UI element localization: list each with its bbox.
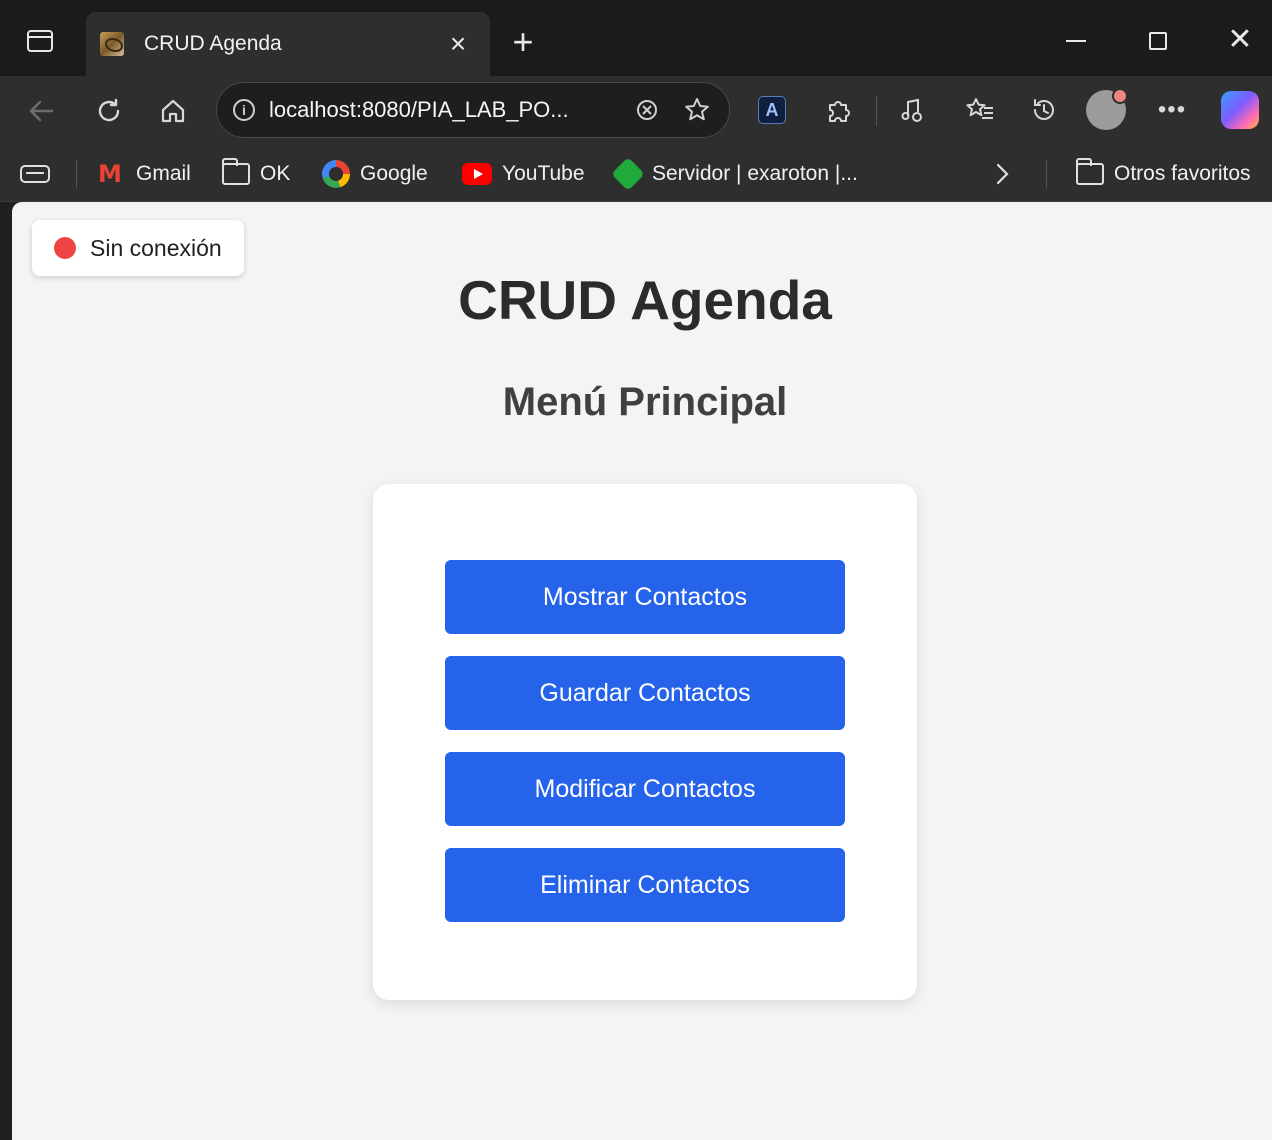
tab-actions-icon <box>27 30 53 52</box>
extensions-icon[interactable] <box>818 90 858 130</box>
minimize-button[interactable] <box>1046 18 1106 62</box>
tab-actions-button[interactable] <box>20 26 60 56</box>
bookmark-label: Otros favoritos <box>1114 162 1251 185</box>
favorite-star-icon[interactable] <box>679 92 715 128</box>
new-tab-icon[interactable]: + <box>500 22 546 62</box>
toolbar-separator <box>876 96 877 126</box>
bookmarks-separator <box>1046 160 1047 188</box>
site-info-icon[interactable]: i <box>233 99 255 121</box>
bookmark-ok-folder[interactable]: OK <box>222 156 290 192</box>
maximize-button[interactable] <box>1128 18 1188 62</box>
show-contacts-button[interactable]: Mostrar Contactos <box>445 560 845 634</box>
bookmark-other-favorites[interactable]: Otros favoritos <box>1076 156 1251 192</box>
server-icon <box>611 157 645 191</box>
bookmark-label: Gmail <box>136 162 191 185</box>
active-tab[interactable]: CRUD Agenda × <box>86 12 490 76</box>
bookmarks-bar: Gmail OK Google YouTube Servidor | exaro… <box>0 146 1272 202</box>
back-arrow-icon[interactable] <box>20 90 62 132</box>
bookmark-google[interactable]: Google <box>322 156 428 192</box>
status-dot-icon <box>54 237 76 259</box>
delete-contacts-button[interactable]: Eliminar Contactos <box>445 848 845 922</box>
bookmark-label: Servidor | exaroton |... <box>652 162 858 185</box>
profile-avatar-icon[interactable] <box>1086 88 1128 130</box>
bookmark-servidor[interactable]: Servidor | exaroton |... <box>611 156 858 192</box>
maximize-icon <box>1149 31 1167 50</box>
more-options-icon[interactable]: ••• <box>1152 90 1192 130</box>
page-title: CRUD Agenda <box>458 269 832 331</box>
read-aloud-icon[interactable] <box>629 92 665 128</box>
folder-icon <box>1076 158 1104 185</box>
url-text[interactable]: localhost:8080/PIA_LAB_PO... <box>269 97 629 123</box>
main-menu-card: Mostrar Contactos Guardar Contactos Modi… <box>373 484 917 1000</box>
page-subtitle: Menú Principal <box>502 380 788 424</box>
close-window-button[interactable]: ✕ <box>1210 18 1270 62</box>
chevron-right-icon[interactable] <box>992 156 1012 192</box>
bookmark-label: OK <box>260 162 291 185</box>
reading-list-icon[interactable] <box>20 156 50 192</box>
tab-close-icon[interactable]: × <box>438 30 478 58</box>
title-bar: CRUD Agenda × + ✕ <box>0 0 1272 76</box>
tab-title: CRUD Agenda <box>144 32 282 55</box>
minimize-icon <box>1066 39 1086 42</box>
google-icon <box>322 160 350 188</box>
window-edge <box>0 202 12 1140</box>
bookmark-label: Google <box>360 162 428 185</box>
tab-favicon-icon <box>100 32 124 56</box>
bookmark-youtube[interactable]: YouTube <box>462 156 585 192</box>
save-contacts-button[interactable]: Guardar Contactos <box>445 656 845 730</box>
bookmark-gmail[interactable]: Gmail <box>98 156 191 192</box>
modify-contacts-button[interactable]: Modificar Contactos <box>445 752 845 826</box>
copilot-icon[interactable] <box>1220 90 1260 130</box>
browser-chrome: CRUD Agenda × + ✕ i localhost:8080/PIA_L… <box>0 0 1272 202</box>
reload-icon[interactable] <box>88 90 130 132</box>
favorites-list-icon[interactable] <box>960 90 1000 130</box>
home-icon[interactable] <box>152 90 194 132</box>
gmail-icon <box>98 160 126 188</box>
bookmark-label: YouTube <box>502 162 585 185</box>
media-control-icon[interactable] <box>892 90 932 130</box>
youtube-icon <box>462 163 492 185</box>
adobe-acrobat-icon[interactable]: A <box>752 90 792 130</box>
folder-icon <box>222 158 250 185</box>
history-icon[interactable] <box>1024 90 1064 130</box>
address-bar[interactable]: i localhost:8080/PIA_LAB_PO... <box>216 82 730 138</box>
status-text: Sin conexión <box>90 234 222 261</box>
bookmarks-separator <box>76 160 77 188</box>
page-viewport: Sin conexión CRUD Agenda Menú Principal … <box>12 202 1272 1140</box>
